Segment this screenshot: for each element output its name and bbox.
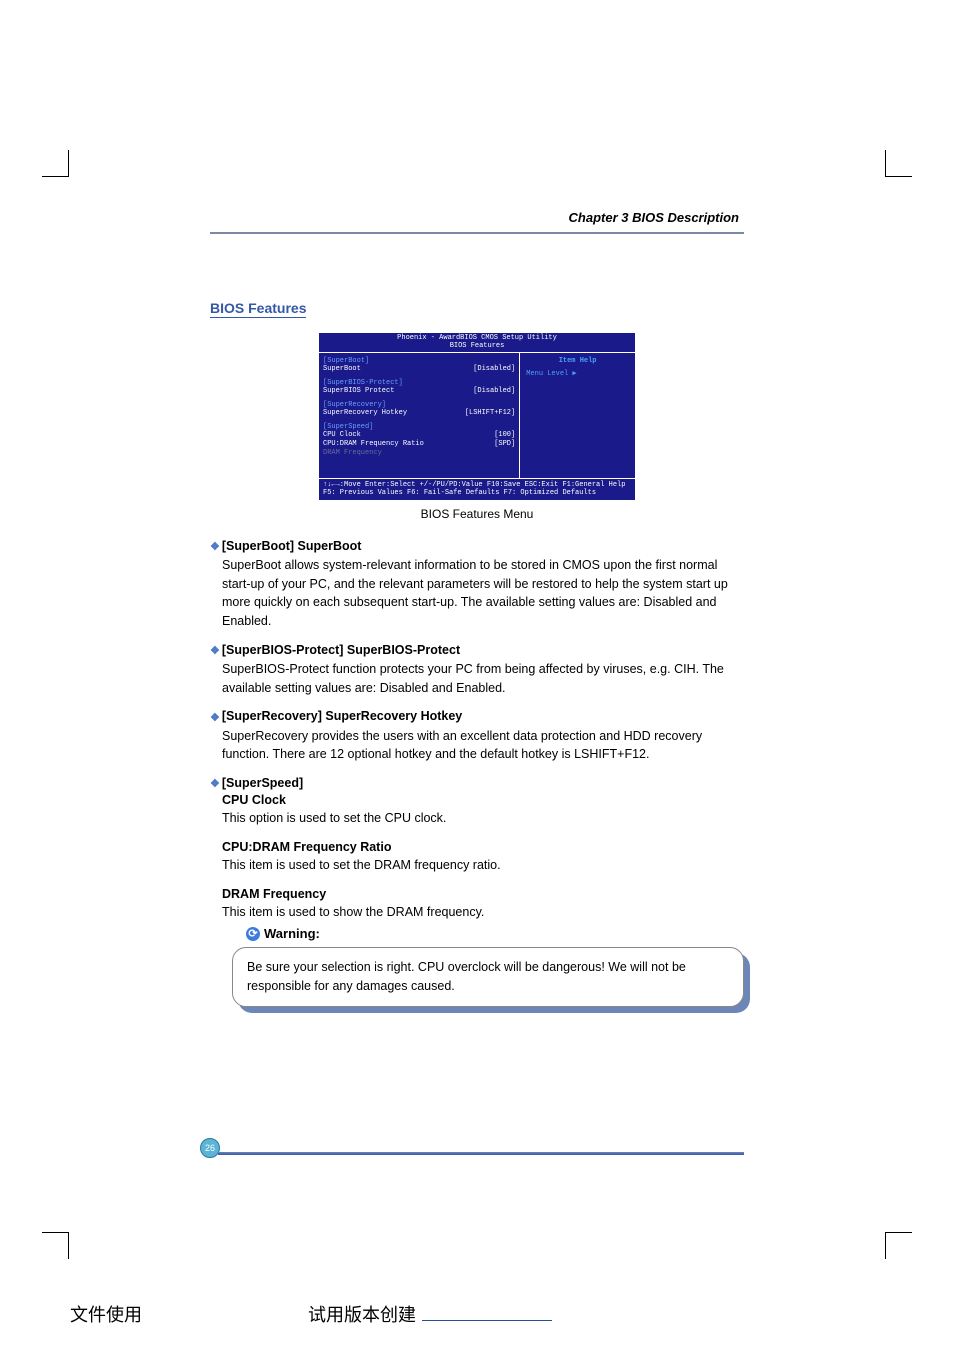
- warning-callout: Be sure your selection is right. CPU ove…: [232, 947, 744, 1007]
- item-head-srec: ❖[SuperRecovery] SuperRecovery Hotkey: [210, 709, 744, 723]
- crop-mark-tr: [885, 150, 912, 177]
- bios-value: [Disabled]: [473, 387, 515, 395]
- bios-title-line2: BIOS Features: [319, 342, 635, 350]
- bios-footer: ↑↓←→:Move Enter:Select +/-/PU/PD:Value F…: [319, 479, 635, 500]
- bios-title-line1: Phoenix - AwardBIOS CMOS Setup Utility: [319, 334, 635, 342]
- page-footer-rule: [218, 1152, 744, 1155]
- figure-caption: BIOS Features Menu: [210, 507, 744, 521]
- bios-item: SuperBoot: [323, 365, 361, 373]
- bios-item: CPU:DRAM Frequency Ratio: [323, 440, 424, 448]
- bios-title: Phoenix - AwardBIOS CMOS Setup Utility B…: [319, 333, 635, 352]
- bios-group-superboot: [SuperBoot]: [323, 357, 515, 365]
- sub-head-dram: DRAM Frequency: [222, 887, 744, 901]
- item-head-sspeed: ❖[SuperSpeed]: [210, 776, 744, 790]
- footer-underline: [422, 1320, 552, 1321]
- bios-value: [100]: [494, 431, 515, 439]
- sub-head-cpu-clock: CPU Clock: [222, 793, 744, 807]
- bios-left-pane: [SuperBoot] SuperBoot [Disabled] [SuperBI…: [319, 353, 520, 478]
- callout-body: Be sure your selection is right. CPU ove…: [232, 947, 744, 1007]
- item-head-sbp: ❖[SuperBIOS-Protect] SuperBIOS-Protect: [210, 643, 744, 657]
- footer-left-text: 文件使用: [70, 1301, 142, 1327]
- chapter-header: Chapter 3 BIOS Description: [569, 210, 739, 225]
- item-head-label: [SuperBIOS-Protect] SuperBIOS-Protect: [222, 643, 460, 657]
- section-title: BIOS Features: [210, 300, 306, 318]
- diamond-icon: ❖: [210, 711, 220, 724]
- diamond-icon: ❖: [210, 644, 220, 657]
- footer-mid-text: 试用版本创建: [308, 1301, 552, 1327]
- bios-screenshot: Phoenix - AwardBIOS CMOS Setup Utility B…: [318, 332, 636, 501]
- bios-value: [Disabled]: [473, 365, 515, 373]
- item-head-superboot: ❖[SuperBoot] SuperBoot: [210, 539, 744, 553]
- page-number-badge: 26: [200, 1138, 220, 1158]
- bios-help-pane: Item Help Menu Level ▶: [520, 353, 635, 478]
- bios-value: [SPD]: [494, 440, 515, 448]
- item-body-ratio: This item is used to set the DRAM freque…: [222, 856, 744, 875]
- bios-value: [LSHIFT+F12]: [465, 409, 515, 417]
- page-content: BIOS Features Phoenix - AwardBIOS CMOS S…: [210, 300, 744, 1007]
- diamond-icon: ❖: [210, 777, 220, 790]
- item-body-cpu-clock: This option is used to set the CPU clock…: [222, 809, 744, 828]
- item-body-dram: This item is used to show the DRAM frequ…: [222, 903, 744, 922]
- bios-item: CPU Clock: [323, 431, 361, 439]
- item-head-label: [SuperRecovery] SuperRecovery Hotkey: [222, 709, 462, 723]
- crop-mark-bl: [42, 1232, 69, 1259]
- item-head-label: [SuperSpeed]: [222, 776, 303, 790]
- bios-help-title: Item Help: [524, 357, 631, 365]
- crop-mark-tl: [42, 150, 69, 177]
- sub-head-ratio: CPU:DRAM Frequency Ratio: [222, 840, 744, 854]
- bios-group-sbp: [SuperBIOS-Protect]: [323, 379, 515, 387]
- bios-group-srec: [SuperRecovery]: [323, 401, 515, 409]
- bios-footer-line2: F5: Previous Values F6: Fail-Safe Defaul…: [323, 489, 631, 497]
- item-body-superboot: SuperBoot allows system-relevant informa…: [222, 556, 744, 631]
- footer-mid-label: 试用版本创建: [308, 1305, 416, 1325]
- bios-menu-level: Menu Level ▶: [524, 369, 631, 378]
- warning-icon: ⟳: [246, 927, 260, 941]
- bios-group-sspeed: [SuperSpeed]: [323, 423, 515, 431]
- bios-item: SuperBIOS Protect: [323, 387, 394, 395]
- warning-label: Warning:: [264, 926, 320, 941]
- diamond-icon: ❖: [210, 540, 220, 553]
- warning-header: ⟳ Warning:: [246, 926, 744, 942]
- header-rule: [210, 232, 744, 234]
- bios-item: SuperRecovery Hotkey: [323, 409, 407, 417]
- item-body-srec: SuperRecovery provides the users with an…: [222, 727, 744, 765]
- bios-footer-line1: ↑↓←→:Move Enter:Select +/-/PU/PD:Value F…: [323, 481, 631, 489]
- crop-mark-br: [885, 1232, 912, 1259]
- item-body-sbp: SuperBIOS-Protect function protects your…: [222, 660, 744, 698]
- item-head-label: [SuperBoot] SuperBoot: [222, 539, 362, 553]
- bios-item: DRAM Frequency: [323, 449, 382, 457]
